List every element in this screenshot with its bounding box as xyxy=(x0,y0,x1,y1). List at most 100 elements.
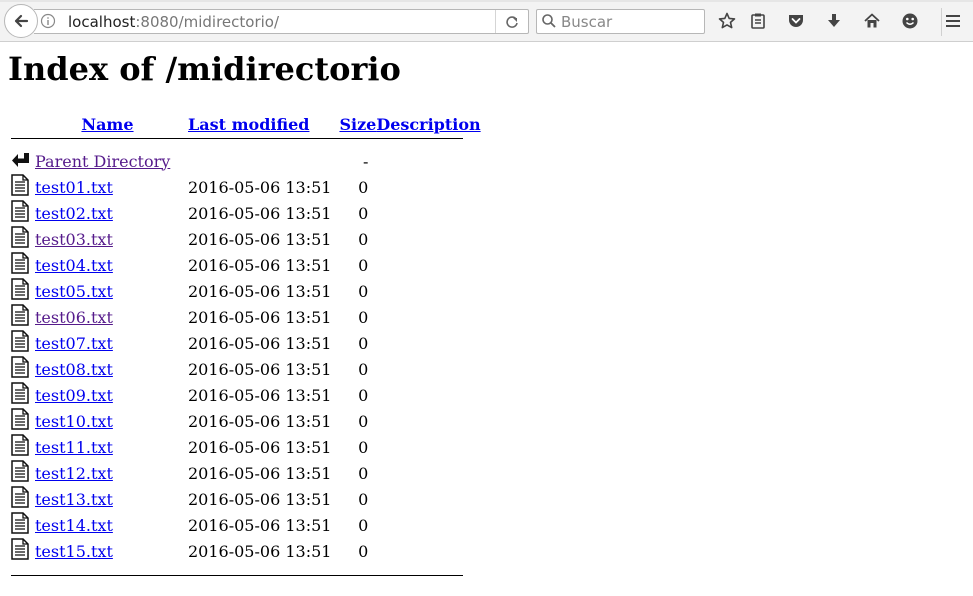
url-path: :8080/midirectorio/ xyxy=(135,13,280,31)
browser-toolbar: localhost:8080/midirectorio/ Buscar xyxy=(0,0,973,42)
downloads-button[interactable] xyxy=(819,6,849,36)
last-modified: 2016-05-06 13:51 xyxy=(188,515,332,535)
search-bar[interactable]: Buscar xyxy=(536,9,705,34)
file-description xyxy=(376,460,480,486)
bookmark-star-button[interactable] xyxy=(712,6,742,36)
text-file-icon xyxy=(11,200,29,222)
last-modified: 2016-05-06 13:51 xyxy=(188,385,332,405)
file-description xyxy=(376,408,480,434)
file-description xyxy=(376,278,480,304)
text-file-icon xyxy=(11,512,29,534)
file-size: 0 xyxy=(358,515,369,535)
file-link[interactable]: test11.txt xyxy=(35,438,113,457)
file-size: 0 xyxy=(358,411,369,431)
file-link[interactable]: test15.txt xyxy=(35,542,113,561)
text-file-icon xyxy=(11,252,29,274)
sort-by-name-link[interactable]: Name xyxy=(81,115,133,134)
last-modified: 2016-05-06 13:51 xyxy=(188,463,332,483)
file-row: test11.txt 2016-05-06 13:51 0 xyxy=(8,434,481,460)
text-file-icon xyxy=(11,356,29,378)
sort-by-size-link[interactable]: Size xyxy=(339,115,376,134)
file-link[interactable]: test09.txt xyxy=(35,386,113,405)
file-size: 0 xyxy=(358,281,369,301)
hello-button[interactable] xyxy=(895,6,925,36)
sort-by-description-link[interactable]: Description xyxy=(376,115,480,134)
file-row: test08.txt 2016-05-06 13:51 0 xyxy=(8,356,481,382)
text-file-icon xyxy=(11,538,29,560)
file-link[interactable]: test08.txt xyxy=(35,360,113,379)
file-size: 0 xyxy=(358,437,369,457)
last-modified: 2016-05-06 13:51 xyxy=(188,359,332,379)
last-modified: 2016-05-06 13:51 xyxy=(188,411,332,431)
parent-size: - xyxy=(362,151,369,171)
size-header: Size xyxy=(335,110,376,138)
file-link[interactable]: test13.txt xyxy=(35,490,113,509)
file-row: test03.txt 2016-05-06 13:51 0 xyxy=(8,226,481,252)
url-text[interactable]: localhost:8080/midirectorio/ xyxy=(68,13,279,31)
file-link[interactable]: test14.txt xyxy=(35,516,113,535)
description-header: Description xyxy=(376,110,480,138)
file-link[interactable]: test03.txt xyxy=(35,230,113,249)
file-row: test10.txt 2016-05-06 13:51 0 xyxy=(8,408,481,434)
file-description xyxy=(376,356,480,382)
file-description xyxy=(376,538,480,564)
file-row: test01.txt 2016-05-06 13:51 0 xyxy=(8,174,481,200)
top-divider xyxy=(11,138,463,139)
file-description xyxy=(376,200,480,226)
clipboard-icon xyxy=(751,13,765,29)
header-row: Name Last modified Size Description xyxy=(8,110,480,138)
file-description xyxy=(376,174,480,200)
file-link[interactable]: test01.txt xyxy=(35,178,113,197)
sort-by-modified-link[interactable]: Last modified xyxy=(188,115,309,134)
file-link[interactable]: test07.txt xyxy=(35,334,113,353)
search-icon xyxy=(541,13,557,33)
file-size: 0 xyxy=(358,255,369,275)
text-file-icon xyxy=(11,226,29,248)
file-size: 0 xyxy=(358,307,369,327)
file-link[interactable]: test12.txt xyxy=(35,464,113,483)
file-link[interactable]: test05.txt xyxy=(35,282,113,301)
file-size: 0 xyxy=(358,177,369,197)
file-row: test15.txt 2016-05-06 13:51 0 xyxy=(8,538,481,564)
file-size: 0 xyxy=(358,385,369,405)
file-description xyxy=(376,252,480,278)
file-description xyxy=(376,226,480,252)
back-arrow-icon xyxy=(14,14,29,28)
home-button[interactable] xyxy=(857,6,887,36)
text-file-icon xyxy=(11,382,29,404)
file-row: test05.txt 2016-05-06 13:51 0 xyxy=(8,278,481,304)
pocket-button[interactable] xyxy=(781,6,811,36)
bookmarks-list-button[interactable] xyxy=(743,6,773,36)
star-icon xyxy=(718,12,736,29)
file-link[interactable]: test02.txt xyxy=(35,204,113,223)
file-link[interactable]: test06.txt xyxy=(35,308,113,327)
url-bar[interactable]: localhost:8080/midirectorio/ xyxy=(34,9,529,34)
page-title: Index of /midirectorio xyxy=(8,50,401,88)
info-icon[interactable] xyxy=(40,13,56,29)
menu-button[interactable] xyxy=(938,6,968,36)
search-placeholder: Buscar xyxy=(561,13,613,31)
file-row: test09.txt 2016-05-06 13:51 0 xyxy=(8,382,481,408)
last-modified: 2016-05-06 13:51 xyxy=(188,203,332,223)
file-link[interactable]: test10.txt xyxy=(35,412,113,431)
file-size: 0 xyxy=(358,333,369,353)
file-description xyxy=(376,434,480,460)
last-modified: 2016-05-06 13:51 xyxy=(188,437,332,457)
file-size: 0 xyxy=(358,229,369,249)
file-description xyxy=(376,512,480,538)
file-description xyxy=(376,382,480,408)
parent-directory-link[interactable]: Parent Directory xyxy=(35,152,170,171)
file-row: test13.txt 2016-05-06 13:51 0 xyxy=(8,486,481,512)
file-size: 0 xyxy=(358,463,369,483)
back-button[interactable] xyxy=(4,4,38,38)
separator-row xyxy=(8,564,481,576)
reload-button[interactable] xyxy=(495,10,528,33)
bottom-divider xyxy=(11,575,463,576)
url-host: localhost xyxy=(68,13,136,31)
text-file-icon xyxy=(11,434,29,456)
modified-header: Last modified xyxy=(184,110,335,138)
file-link[interactable]: test04.txt xyxy=(35,256,113,275)
hamburger-menu-icon xyxy=(946,15,960,27)
file-size: 0 xyxy=(358,203,369,223)
text-file-icon xyxy=(11,408,29,430)
